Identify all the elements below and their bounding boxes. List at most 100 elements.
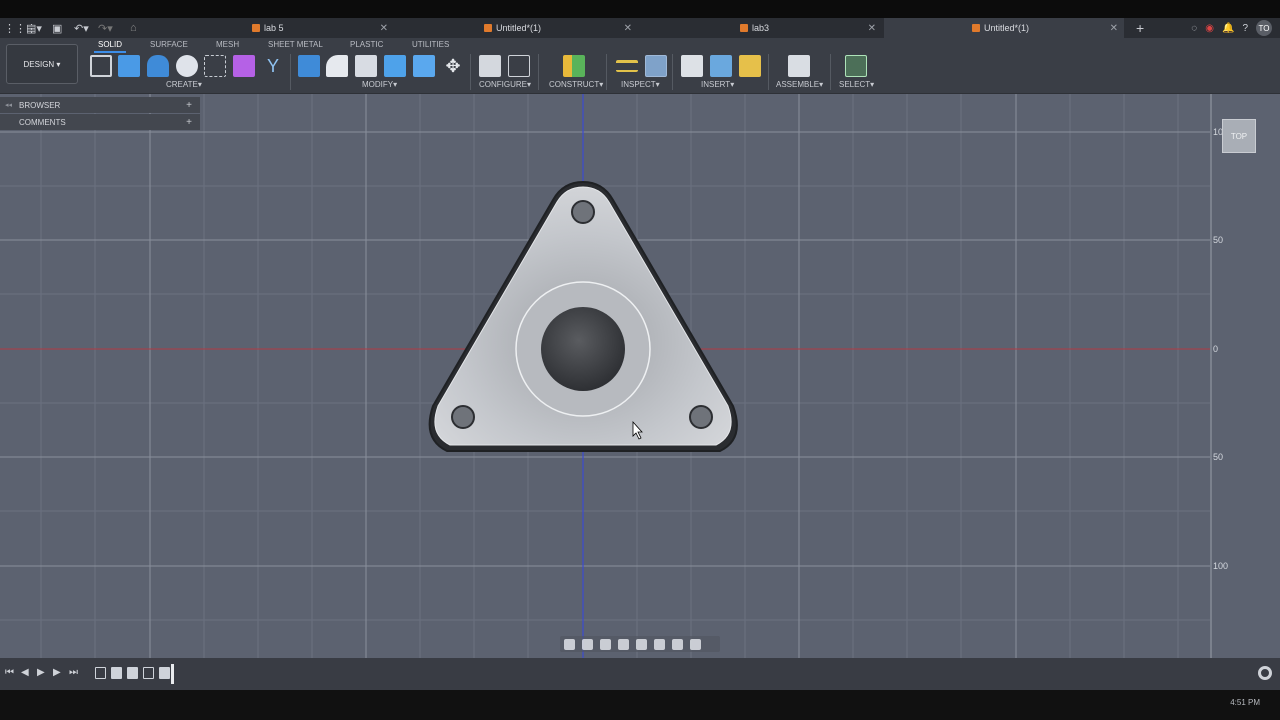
- display-settings-icon[interactable]: [654, 638, 665, 650]
- fit-icon[interactable]: [636, 638, 647, 650]
- timeline-sketch-feature[interactable]: [95, 667, 106, 679]
- create-sketch-icon[interactable]: [90, 55, 112, 77]
- comments-label: COMMENTS: [19, 117, 66, 127]
- select-icon[interactable]: [845, 55, 867, 77]
- job-status-icon[interactable]: ◌: [1191, 23, 1197, 34]
- help-icon[interactable]: ?: [1242, 23, 1248, 34]
- viewports-icon[interactable]: [690, 638, 701, 650]
- expand-plus-icon[interactable]: +: [186, 117, 192, 128]
- new-tab-icon[interactable]: +: [1136, 18, 1144, 38]
- workspace-switcher-button[interactable]: DESIGN ▾: [6, 44, 78, 84]
- construct-menu[interactable]: CONSTRUCT▾: [549, 80, 603, 89]
- zoom-icon[interactable]: [618, 638, 629, 650]
- tab-mesh[interactable]: MESH: [216, 40, 239, 49]
- go-to-start-icon[interactable]: ⏮: [5, 668, 15, 678]
- close-tab-icon[interactable]: ✕: [380, 23, 388, 34]
- revolve-icon[interactable]: [147, 55, 169, 77]
- new-component-icon[interactable]: [788, 55, 810, 77]
- tab-lab5[interactable]: lab 5 ✕: [252, 18, 388, 38]
- grid-settings-icon[interactable]: [672, 638, 683, 650]
- orbit-icon[interactable]: [564, 638, 575, 650]
- step-back-icon[interactable]: ◀: [21, 668, 31, 678]
- navigation-bar: [560, 636, 720, 652]
- avatar[interactable]: TO: [1256, 20, 1272, 36]
- modify-label: MODIFY: [362, 80, 394, 89]
- create-form-icon[interactable]: [233, 55, 255, 77]
- inspect-menu[interactable]: INSPECT▾: [621, 80, 660, 89]
- design-file-icon: [252, 24, 260, 32]
- derive-icon[interactable]: Y: [262, 55, 284, 77]
- timeline-settings-gear-icon[interactable]: [1258, 666, 1272, 680]
- timeline-sketch-feature[interactable]: [143, 667, 154, 679]
- assemble-menu[interactable]: ASSEMBLE▾: [776, 80, 823, 89]
- tab-untitled-active[interactable]: Untitled*(1) ✕: [884, 18, 1124, 38]
- close-tab-icon[interactable]: ✕: [1110, 23, 1118, 34]
- timeline-extrude-feature[interactable]: [111, 667, 122, 679]
- 3d-viewport[interactable]: 100 50 0 50 100 TOP: [0, 94, 1280, 658]
- browser-panel-header[interactable]: ◂◂ BROWSER +: [0, 97, 200, 113]
- move-copy-icon[interactable]: ✥: [442, 55, 464, 77]
- tab-sheet-metal[interactable]: SHEET METAL: [268, 40, 323, 49]
- timeline-revolve-feature[interactable]: [127, 667, 138, 679]
- press-pull-icon[interactable]: [298, 55, 320, 77]
- taskbar-clock: 4:51 PM: [1230, 698, 1260, 707]
- look-at-icon[interactable]: [582, 638, 593, 650]
- insert-svg-icon[interactable]: [739, 55, 761, 77]
- shell-icon[interactable]: [384, 55, 406, 77]
- configure-menu[interactable]: CONFIGURE▾: [479, 80, 531, 89]
- view-cube[interactable]: TOP: [1222, 119, 1256, 153]
- close-tab-icon[interactable]: ✕: [868, 23, 876, 34]
- select-menu[interactable]: SELECT▾: [839, 80, 874, 89]
- extensions-icon[interactable]: ◉: [1205, 23, 1214, 34]
- active-tab-indicator: [94, 51, 126, 53]
- document-tab-bar: ⋮⋮⋮ ▤▾ ▣ ↶▾ ↷▾ ⌂ lab 5 ✕ Untitled*(1) ✕ …: [0, 18, 1280, 38]
- file-menu-icon[interactable]: ▤▾: [26, 18, 42, 38]
- table-icon[interactable]: [508, 55, 530, 77]
- insert-image-icon[interactable]: [710, 55, 732, 77]
- redo-icon[interactable]: ↷▾: [98, 18, 113, 38]
- insert-menu[interactable]: INSERT▾: [701, 80, 734, 89]
- interference-icon[interactable]: [645, 55, 667, 77]
- tab-surface[interactable]: SURFACE: [150, 40, 188, 49]
- toolbar-separator: [606, 54, 607, 90]
- pattern-icon[interactable]: [204, 55, 226, 77]
- create-menu[interactable]: CREATE▾: [166, 80, 202, 89]
- expand-plus-icon[interactable]: +: [186, 100, 192, 111]
- hole-icon[interactable]: [176, 55, 198, 77]
- tab-plastic[interactable]: PLASTIC: [350, 40, 383, 49]
- inspect-label: INSPECT: [621, 80, 656, 89]
- ruler-label: 50: [1213, 452, 1224, 462]
- notifications-icon[interactable]: 🔔: [1222, 23, 1234, 34]
- extrude-icon[interactable]: [118, 55, 140, 77]
- mount-hole-right: [689, 405, 713, 429]
- save-icon[interactable]: ▣: [52, 18, 62, 38]
- go-to-end-icon[interactable]: ⏭: [69, 668, 79, 678]
- combine-icon[interactable]: [413, 55, 435, 77]
- chamfer-icon[interactable]: [355, 55, 377, 77]
- measure-icon[interactable]: [616, 60, 638, 72]
- tab-solid[interactable]: SOLID: [98, 40, 122, 49]
- undo-icon[interactable]: ↶▾: [74, 18, 89, 38]
- home-icon[interactable]: ⌂: [130, 18, 137, 38]
- tab-label: lab 5: [264, 23, 284, 33]
- panel-grip-icon[interactable]: ◂◂: [5, 101, 12, 109]
- workspace-label: DESIGN: [23, 59, 55, 69]
- tab-untitled-1[interactable]: Untitled*(1) ✕: [484, 18, 632, 38]
- design-file-icon: [972, 24, 980, 32]
- tab-utilities[interactable]: UTILITIES: [412, 40, 449, 49]
- fillet-icon[interactable]: [326, 55, 348, 77]
- play-icon[interactable]: ▶: [37, 668, 47, 678]
- insert-derive-icon[interactable]: [681, 55, 703, 77]
- timeline-extrude-feature[interactable]: [159, 667, 170, 679]
- comments-panel-header[interactable]: COMMENTS +: [0, 114, 200, 130]
- timeline-marker[interactable]: [171, 664, 174, 684]
- modify-menu[interactable]: MODIFY▾: [362, 80, 397, 89]
- offset-plane-icon[interactable]: [563, 55, 585, 77]
- close-tab-icon[interactable]: ✕: [624, 23, 632, 34]
- tab-lab3[interactable]: lab3 ✕: [740, 18, 876, 38]
- pan-icon[interactable]: [600, 638, 611, 650]
- ruler-label: 100: [1213, 561, 1229, 571]
- design-file-icon: [740, 24, 748, 32]
- step-forward-icon[interactable]: ▶: [53, 668, 63, 678]
- configure-icon[interactable]: [479, 55, 501, 77]
